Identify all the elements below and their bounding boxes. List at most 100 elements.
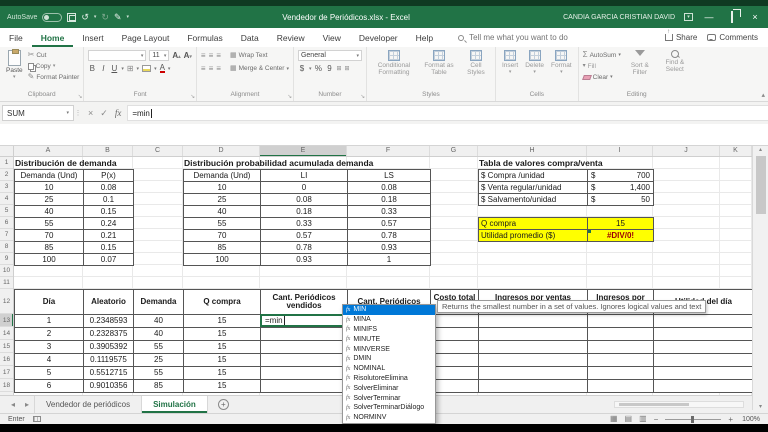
column-header-F[interactable]: F [347,146,430,156]
demanda-cell[interactable]: 100 [15,254,84,266]
zoom-out-icon[interactable]: − [654,415,659,424]
merge-center-button[interactable]: ▦Merge & Center▾ [230,64,289,74]
undo-icon[interactable]: ↺ [81,13,89,22]
autocomplete-item-nominal[interactable]: fxNOMINAL [343,364,435,374]
row-header-17[interactable]: 17 [0,366,13,379]
autocomplete-item-risolutoreelimina[interactable]: fxRisolutoreElimina [343,374,435,384]
insert-function-icon[interactable]: fx [115,108,122,118]
simulacion-cell[interactable] [588,328,654,341]
conditional-formatting-button[interactable]: Conditional Formatting [371,49,417,77]
resumen-label-cell[interactable]: Q compra [479,218,588,230]
simulacion-cell[interactable] [431,354,479,367]
simulacion-cell[interactable] [588,380,654,393]
page-layout-view-icon[interactable]: ▤ [625,415,633,423]
cell-styles-button[interactable]: Cell Styles [461,49,491,77]
row-header-12[interactable]: 12 [0,289,13,314]
clear-button[interactable]: Clear▾ [583,72,621,82]
horizontal-scroll-thumb[interactable] [619,403,689,406]
percent-style-icon[interactable]: % [314,64,322,73]
currency-caret-icon[interactable]: ▾ [309,66,312,72]
demanda-header-cell[interactable]: Demanda (Und) [15,170,84,182]
column-header-A[interactable]: A [14,146,83,156]
simulacion-header-cell[interactable]: Cant. Periódicos vendidos [261,290,348,315]
simulacion-cell[interactable] [654,367,752,380]
resumen-value-cell[interactable]: 15 [588,218,654,230]
autosum-button[interactable]: ΣAutoSum▾ [583,50,621,60]
simulacion-cell[interactable] [479,367,588,380]
vertical-scrollbar[interactable]: ▴ ▾ [752,146,768,410]
simulacion-cell[interactable]: 6 [15,380,84,393]
undo-caret-icon[interactable]: ▾ [94,14,97,20]
simulacion-header-cell[interactable]: Demanda [134,290,184,315]
comma-style-icon[interactable]: 9 [325,64,333,73]
acumulada-cell[interactable]: 0.33 [261,218,348,230]
ribbon-tab-formulas[interactable]: Formulas [178,28,231,47]
row-header-10[interactable]: 10 [0,265,13,277]
valores-label-cell[interactable]: $ Venta regular/unidad [479,182,588,194]
row-header-9[interactable]: 9 [0,253,13,265]
currency-style-icon[interactable]: $ [298,64,306,73]
select-all-corner[interactable] [0,146,14,157]
valores-label-cell[interactable]: $ Compra /unidad [479,170,588,182]
acumulada-cell[interactable]: 1 [348,254,431,266]
restore-button[interactable] [725,12,739,22]
simulacion-cell[interactable] [431,367,479,380]
simulacion-cell[interactable]: 0.1119575 [84,354,134,367]
simulacion-cell[interactable] [479,380,588,393]
number-dialog-launcher-icon[interactable]: ↘ [360,94,365,100]
align-center-icon[interactable]: ≡ [209,65,214,73]
ribbon-tab-home[interactable]: Home [32,28,74,47]
demanda-cell[interactable]: 0.24 [84,218,134,230]
row-header-15[interactable]: 15 [0,340,13,353]
font-color-icon[interactable]: A [160,64,165,73]
ribbon-tab-review[interactable]: Review [268,28,314,47]
confirm-entry-icon[interactable]: ✓ [100,108,108,119]
tell-me-search[interactable]: Tell me what you want to do [458,33,665,42]
save-icon[interactable] [67,13,76,22]
demanda-cell[interactable]: 85 [15,242,84,254]
autocomplete-item-minute[interactable]: fxMINUTE [343,334,435,344]
valores-value-cell[interactable]: $1,400 [588,182,654,194]
ribbon-tab-insert[interactable]: Insert [73,28,112,47]
autocomplete-item-norminv[interactable]: fxNORMINV [343,413,435,423]
column-header-H[interactable]: H [478,146,587,156]
simulacion-cell[interactable] [431,380,479,393]
demanda-cell[interactable]: 25 [15,194,84,206]
align-right-icon[interactable]: ≡ [216,65,221,73]
grow-font-button[interactable]: A▴ [172,51,180,60]
simulacion-cell[interactable]: 2 [15,328,84,341]
resumen-label-cell[interactable]: Utilidad promedio ($) [479,230,588,242]
simulacion-cell[interactable] [261,380,348,393]
acumulada-cell[interactable]: 40 [184,206,261,218]
column-header-B[interactable]: B [83,146,133,156]
acumulada-cell[interactable]: 0.18 [261,206,348,218]
demanda-cell[interactable]: 0.08 [84,182,134,194]
increase-decimal-icon[interactable]: ⊞ [336,66,341,72]
autocomplete-item-mina[interactable]: fxMINA [343,315,435,325]
font-size-combo[interactable]: 11▾ [149,50,169,61]
alignment-dialog-launcher-icon[interactable]: ↘ [287,94,292,100]
macro-record-icon[interactable] [33,416,41,422]
row-header-4[interactable]: 4 [0,193,13,205]
borders-caret-icon[interactable]: ▾ [137,66,140,72]
page-break-view-icon[interactable]: ▥ [639,415,647,423]
fill-color-icon[interactable] [142,65,151,72]
ribbon-tab-help[interactable]: Help [407,28,442,47]
simulacion-cell[interactable] [654,341,752,354]
acumulada-cell[interactable]: 25 [184,194,261,206]
autocomplete-item-minverse[interactable]: fxMINVERSE [343,344,435,354]
simulacion-cell[interactable] [479,354,588,367]
ribbon-tab-data[interactable]: Data [232,28,268,47]
underline-button[interactable]: U [110,64,118,73]
simulacion-cell[interactable]: 5 [15,367,84,380]
simulacion-cell[interactable] [261,328,348,341]
simulacion-header-cell[interactable]: Día [15,290,84,315]
simulacion-cell[interactable]: 55 [134,341,184,354]
column-header-K[interactable]: K [720,146,752,156]
simulacion-cell[interactable]: 40 [134,315,184,328]
simulacion-cell[interactable]: 55 [134,367,184,380]
vertical-scroll-thumb[interactable] [756,156,766,214]
row-header-11[interactable]: 11 [0,277,13,289]
insert-cells-button[interactable]: Insert▾ [500,49,520,77]
font-color-caret-icon[interactable]: ▾ [168,66,171,72]
